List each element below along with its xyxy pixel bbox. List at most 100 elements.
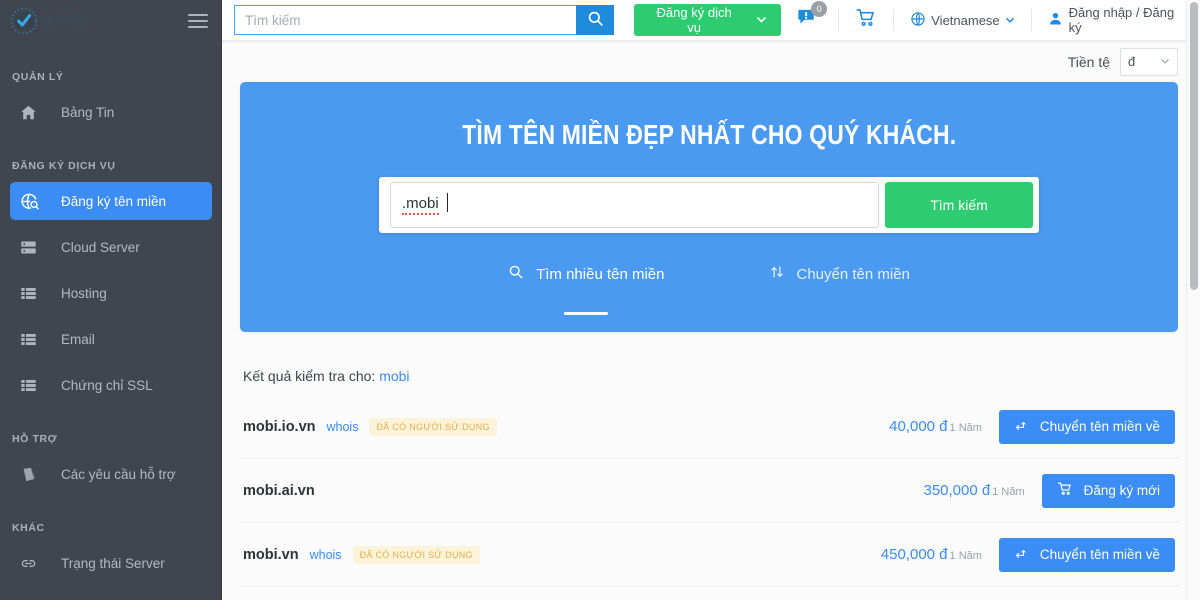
results-heading-query: mobi: [379, 368, 410, 384]
user-icon: [1048, 11, 1063, 29]
domain-input[interactable]: [390, 182, 879, 228]
price-period: 1 Năm: [949, 422, 982, 434]
sidebar-item-hosting[interactable]: Hosting: [10, 274, 212, 312]
language-selector[interactable]: Vietnamese: [910, 11, 1014, 30]
hamburger-bar: [188, 19, 208, 22]
cart-icon: [1057, 481, 1073, 500]
table-row: mobi.io.vn whois ĐÃ CÓ NGƯỜI SỬ DỤNG 40,…: [240, 395, 1178, 459]
vertical-scrollbar[interactable]: [1186, 0, 1200, 600]
result-actions: 350,000 đ1 Năm Đăng ký mới: [923, 473, 1175, 508]
results-heading: Kết quả kiểm tra cho: mobi: [240, 368, 1178, 384]
search-submit-button[interactable]: [576, 5, 614, 35]
sidebar-item-whois-lookup[interactable]: Whois Lookup: [10, 590, 212, 600]
topbar-icons: 0 Vietnamese Đăng nhập / Đăng ký: [797, 1, 1190, 35]
sidebar-item-label: Hosting: [61, 285, 107, 301]
status-badge: ĐÃ CÓ NGƯỜI SỬ DỤNG: [352, 545, 480, 564]
domain-search-button[interactable]: Tìm kiếm: [885, 182, 1033, 228]
price-value: 450,000 đ1 Năm: [881, 546, 982, 563]
sidebar-item-label: Chứng chỉ SSL: [61, 377, 153, 393]
currency-value: đ: [1128, 54, 1136, 69]
sidebar-section-title-dang-ky-dich-vu: ĐĂNG KÝ DỊCH VỤ: [12, 160, 116, 172]
list-icon: [20, 377, 46, 394]
sidebar-item-bang-tin[interactable]: Bảng Tin: [10, 93, 212, 131]
sidebar-section-title-khac: KHÁC: [12, 522, 45, 534]
sidebar-header: DATA: [0, 0, 222, 41]
search-icon: [587, 10, 604, 30]
transfer-arrows-icon: [769, 264, 785, 284]
list-icon: [20, 285, 46, 302]
result-domain-info: mobi.ai.vn: [243, 483, 315, 499]
home-icon: [20, 104, 46, 121]
transfer-icon: [1014, 546, 1029, 564]
tab-chuyen-ten-mien[interactable]: Chuyển tên miền: [769, 264, 910, 284]
transfer-icon: [1014, 418, 1029, 436]
sidebar-item-cloud-server[interactable]: Cloud Server: [10, 228, 212, 266]
sidebar-item-label: Email: [61, 331, 95, 347]
transfer-domain-button[interactable]: Chuyển tên miền về: [998, 409, 1175, 444]
whois-link[interactable]: whois: [310, 548, 342, 562]
price-value: 40,000 đ1 Năm: [889, 418, 982, 435]
price-value: 350,000 đ1 Năm: [923, 482, 1024, 499]
app-logo[interactable]: DATA: [10, 7, 87, 35]
domain-name: mobi.vn: [243, 546, 299, 563]
notifications-button[interactable]: 0: [797, 1, 828, 33]
chevron-down-icon: [1005, 13, 1015, 28]
price-period: 1 Năm: [992, 486, 1025, 498]
result-domain-info: mobi.io.vn whois ĐÃ CÓ NGƯỜI SỬ DỤNG: [243, 417, 497, 436]
domain-name: mobi.ai.vn: [243, 482, 315, 499]
domain-input-wrapper: .mobi: [390, 182, 879, 228]
sidebar-item-label: Cloud Server: [61, 239, 140, 255]
account-login-link[interactable]: Đăng nhập / Đăng ký: [1048, 5, 1190, 35]
chevron-down-icon: [756, 13, 767, 28]
logo-check-icon: [10, 7, 38, 35]
table-row: mobi.vn whois ĐÃ CÓ NGƯỜI SỬ DỤNG 450,00…: [240, 523, 1178, 587]
sidebar-item-cac-yeu-cau-ho-tro[interactable]: Các yêu cầu hỗ trợ: [10, 455, 212, 493]
sidebar-item-label: Đăng ký tên miền: [61, 193, 167, 209]
logo-text: DATA: [40, 11, 87, 30]
domain-name: mobi.io.vn: [243, 418, 316, 435]
sidebar-item-chung-chi-ssl[interactable]: Chứng chỉ SSL: [10, 366, 212, 404]
action-label: Chuyển tên miền về: [1039, 419, 1160, 434]
chevron-down-icon: [1160, 54, 1170, 69]
list-icon: [20, 331, 46, 348]
search-input[interactable]: [234, 5, 576, 35]
search-icon: [508, 264, 524, 284]
result-domain-info: mobi.vn whois ĐÃ CÓ NGƯỜI SỬ DỤNG: [243, 545, 480, 564]
action-label: Chuyển tên miền về: [1039, 547, 1160, 562]
domain-search-hero: TÌM TÊN MIỀN ĐẸP NHẤT CHO QUÝ KHÁCH. .mo…: [240, 82, 1178, 332]
hero-title: TÌM TÊN MIỀN ĐẸP NHẤT CHO QUÝ KHÁCH.: [461, 119, 957, 150]
whois-link[interactable]: whois: [327, 420, 359, 434]
app-root: DATA QUẢN LÝ Bảng Tin ĐĂNG KÝ DỊCH VỤ Đă…: [0, 0, 1200, 600]
hamburger-bar: [188, 13, 208, 16]
ticket-icon: [20, 466, 46, 483]
price-amount: 450,000 đ: [880, 546, 948, 563]
account-label: Đăng nhập / Đăng ký: [1068, 5, 1175, 35]
main-area: Đăng ký dịch vụ 0: [222, 0, 1200, 600]
sidebar-item-label: Trạng thái Server: [61, 555, 165, 571]
sidebar-item-trang-thai-server[interactable]: Trạng thái Server: [10, 544, 212, 582]
sidebar-item-email[interactable]: Email: [10, 320, 212, 358]
register-domain-button[interactable]: Đăng ký mới: [1041, 473, 1175, 508]
transfer-domain-button[interactable]: Chuyển tên miền về: [998, 537, 1175, 572]
link-icon: [20, 555, 46, 572]
status-badge: ĐÃ CÓ NGƯỜI SỬ DỤNG: [369, 417, 497, 436]
sidebar-toggle-button[interactable]: [188, 13, 208, 28]
table-row: mobi.ai.vn 350,000 đ1 Năm Đăng ký mới: [240, 459, 1178, 523]
register-service-button[interactable]: Đăng ký dịch vụ: [634, 4, 782, 36]
currency-select[interactable]: đ: [1120, 47, 1178, 76]
server-icon: [20, 239, 46, 256]
hamburger-bar: [188, 25, 208, 28]
top-bar: Đăng ký dịch vụ 0: [222, 0, 1200, 41]
scrollbar-thumb[interactable]: [1190, 2, 1198, 290]
cart-button[interactable]: [855, 7, 877, 34]
result-actions: 450,000 đ1 Năm Chuyển tên miền về: [881, 537, 1175, 572]
tab-tim-nhieu-ten-mien[interactable]: Tìm nhiều tên miền: [508, 264, 665, 315]
tab-label: Chuyển tên miền: [796, 265, 910, 283]
topbar-divider: [1030, 9, 1032, 31]
result-actions: 40,000 đ1 Năm Chuyển tên miền về: [889, 409, 1175, 444]
global-search: [234, 5, 614, 35]
sidebar-item-dang-ky-ten-mien[interactable]: Đăng ký tên miền: [10, 182, 212, 220]
cart-icon: [855, 7, 877, 34]
sidebar-item-label: Các yêu cầu hỗ trợ: [61, 466, 176, 482]
domain-search-box: .mobi Tìm kiếm: [379, 177, 1039, 233]
